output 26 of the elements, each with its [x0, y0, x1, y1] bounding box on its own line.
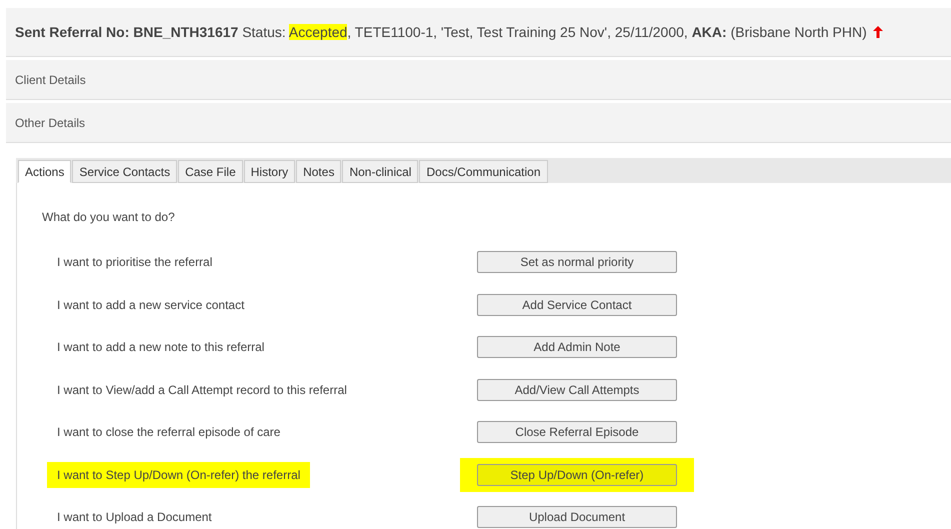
action-text: I want to View/add a Call Attempt record to this referral — [57, 382, 348, 399]
action-text: I want to add a new note to this referral — [57, 339, 266, 356]
tab[interactable]: History — [244, 160, 296, 183]
action-text: I want to Upload a Document — [57, 509, 213, 526]
tab[interactable]: Non-clinical — [342, 160, 418, 183]
referral-heading: Sent Referral No: BNE_NTH31617 Status: Accepted, TETE1100-1, 'Test, Test Training 25 Nov', 25/11/2000, AKA: (Brisbane North PHN) — [15, 22, 867, 42]
arrow-up-icon — [872, 26, 883, 38]
tab[interactable]: Actions — [18, 160, 72, 183]
prompt-text: What do you want to do? — [42, 209, 176, 226]
action-text: I want to Step Up/Down (On-refer) the referral — [47, 462, 310, 488]
action-button[interactable]: Add Service Contact — [477, 294, 677, 316]
section-header[interactable]: Other Details — [6, 103, 951, 143]
action-button[interactable]: Close Referral Episode — [477, 421, 677, 444]
tab[interactable]: Docs/Communication — [419, 160, 548, 183]
action-button[interactable]: Step Up/Down (On-refer) — [477, 464, 677, 486]
action-text: I want to add a new service contact — [57, 296, 246, 314]
action-text: I want to close the referral episode of care — [57, 424, 282, 442]
tab[interactable]: Service Contacts — [72, 160, 178, 183]
action-button[interactable]: Add Admin Note — [477, 336, 677, 358]
action-text: I want to prioritise the referral — [57, 254, 214, 272]
section-header[interactable]: Client Details — [6, 60, 951, 100]
action-button[interactable]: Set as normal priority — [477, 251, 677, 274]
tab[interactable]: Case File — [178, 160, 243, 183]
tab[interactable]: Notes — [296, 160, 342, 183]
action-button[interactable]: Add/View Call Attempts — [477, 378, 677, 401]
action-button[interactable]: Upload Document — [477, 506, 677, 528]
